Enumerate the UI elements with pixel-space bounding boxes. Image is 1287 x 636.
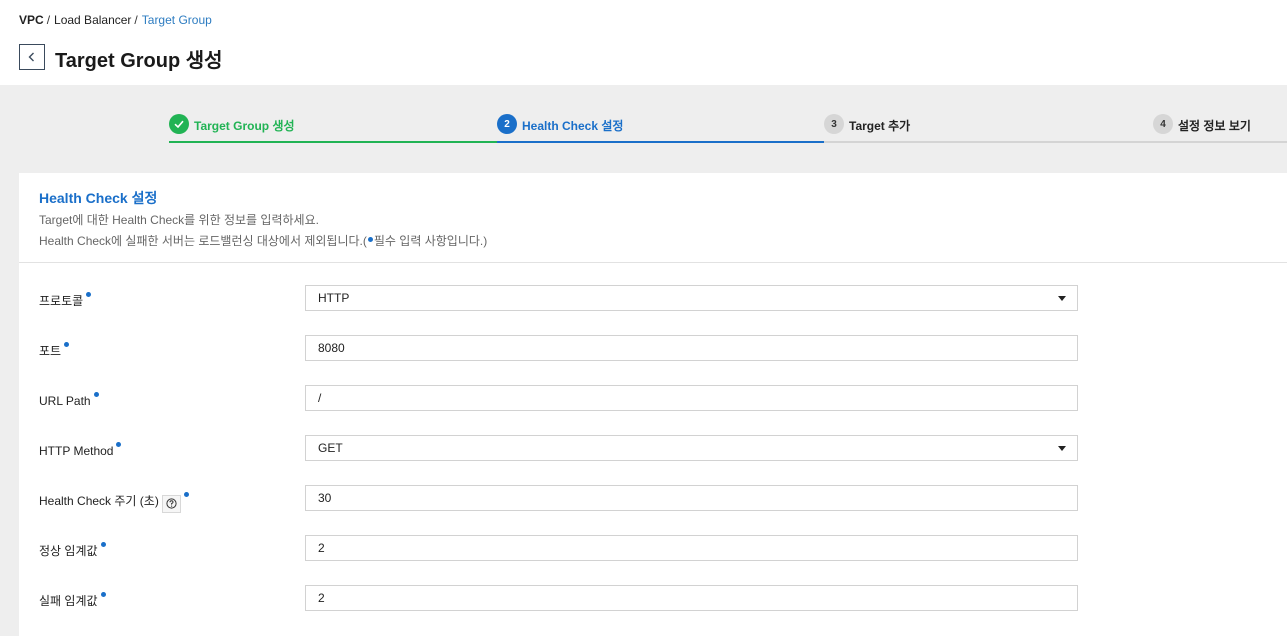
http-method-label: HTTP Method: [39, 442, 122, 458]
healthy-threshold-row: 정상 임계값: [19, 535, 1287, 568]
section-header: Health Check 설정 Target에 대한 Health Check를…: [19, 173, 1287, 263]
step-progress-bar: [824, 141, 1153, 143]
page-title: Target Group 생성: [55, 50, 223, 72]
step-progress-bar: [1153, 141, 1287, 143]
label-text: 정상 임계값: [39, 544, 98, 558]
caret-down-icon: [1058, 446, 1066, 451]
protocol-label: 프로토콜: [39, 292, 92, 309]
url-path-label: URL Path: [39, 392, 99, 408]
label-text: 실패 임계값: [39, 594, 98, 608]
check-icon: [174, 120, 184, 129]
section-description: Target에 대한 Health Check를 위한 정보를 입력하세요.: [39, 213, 319, 227]
step-progress-bar: [497, 141, 824, 143]
interval-input[interactable]: [318, 491, 1077, 505]
step-number: 3: [824, 114, 844, 134]
required-dot-icon: [100, 542, 106, 547]
breadcrumb-item-vpc[interactable]: VPC: [19, 13, 44, 27]
wizard-steps: Target Group 생성 2 Health Check 설정 3 Targ…: [169, 85, 1287, 143]
http-method-value: GET: [318, 441, 343, 455]
step-target-group[interactable]: Target Group 생성: [169, 85, 497, 143]
section-note: Health Check에 실패한 서버는 로드밸런싱 대상에서 제외됩니다.(…: [39, 232, 487, 249]
step-label: Target Group 생성: [194, 119, 295, 133]
breadcrumb: VPC / Load Balancer / Target Group: [19, 13, 212, 27]
http-method-select[interactable]: GET: [305, 435, 1078, 461]
chevron-left-icon: [28, 52, 34, 62]
help-icon[interactable]: [161, 494, 181, 513]
unhealthy-threshold-input[interactable]: [318, 591, 1077, 605]
label-text: Health Check 주기 (초): [39, 494, 159, 508]
label-text: 포트: [39, 344, 62, 358]
required-dot-icon: [183, 492, 189, 497]
healthy-threshold-input[interactable]: [318, 541, 1077, 555]
step-done-badge: [169, 114, 189, 134]
port-label: 포트: [39, 342, 70, 359]
breadcrumb-item-target-group[interactable]: Target Group: [142, 13, 212, 27]
port-row: 포트: [19, 335, 1287, 368]
unhealthy-threshold-row: 실패 임계값: [19, 585, 1287, 618]
protocol-select[interactable]: HTTP: [305, 285, 1078, 311]
required-dot-icon: [367, 237, 373, 242]
required-dot-icon: [64, 342, 70, 347]
url-path-row: URL Path: [19, 385, 1287, 418]
port-field[interactable]: [305, 335, 1078, 361]
step-health-check[interactable]: 2 Health Check 설정: [497, 85, 824, 143]
required-dot-icon: [116, 442, 122, 447]
http-method-row: HTTP Method GET: [19, 435, 1287, 468]
caret-down-icon: [1058, 296, 1066, 301]
label-text: URL Path: [39, 394, 91, 408]
healthy-threshold-field[interactable]: [305, 535, 1078, 561]
required-dot-icon: [86, 292, 92, 297]
breadcrumb-separator: /: [134, 13, 138, 27]
health-check-form-card: Health Check 설정 Target에 대한 Health Check를…: [19, 173, 1287, 636]
required-dot-icon: [93, 392, 99, 397]
url-path-input[interactable]: [318, 391, 1077, 405]
port-input[interactable]: [318, 341, 1077, 355]
url-path-field[interactable]: [305, 385, 1078, 411]
step-number: 2: [497, 114, 517, 134]
interval-row: Health Check 주기 (초): [19, 485, 1287, 518]
page-header: VPC / Load Balancer / Target Group Target Gr…: [0, 0, 1287, 85]
content-area: Target Group 생성 2 Health Check 설정 3 Targ…: [0, 85, 1287, 636]
unhealthy-threshold-label: 실패 임계값: [39, 592, 106, 609]
interval-label: Health Check 주기 (초): [39, 492, 189, 513]
note-text: 필수 입력 사항입니다.): [373, 234, 488, 248]
required-dot-icon: [100, 592, 106, 597]
interval-field[interactable]: [305, 485, 1078, 511]
protocol-value: HTTP: [318, 291, 350, 305]
section-title: Health Check 설정: [39, 190, 158, 206]
step-progress-bar: [169, 141, 497, 143]
back-button[interactable]: [19, 44, 45, 70]
label-text: HTTP Method: [39, 444, 114, 458]
step-label: Target 추가: [849, 119, 911, 133]
step-review[interactable]: 4 설정 정보 보기: [1153, 85, 1287, 143]
unhealthy-threshold-field[interactable]: [305, 585, 1078, 611]
healthy-threshold-label: 정상 임계값: [39, 542, 106, 559]
step-label: Health Check 설정: [522, 119, 624, 133]
protocol-row: 프로토콜 HTTP: [19, 285, 1287, 318]
label-text: 프로토콜: [39, 294, 84, 308]
breadcrumb-separator: /: [46, 13, 51, 27]
question-circle-icon: [166, 498, 177, 509]
step-add-target[interactable]: 3 Target 추가: [824, 85, 1153, 143]
step-label: 설정 정보 보기: [1178, 119, 1251, 133]
note-text: Health Check에 실패한 서버는 로드밸런싱 대상에서 제외됩니다.(: [39, 234, 367, 248]
step-number: 4: [1153, 114, 1173, 134]
breadcrumb-item-load-balancer[interactable]: Load Balancer: [54, 13, 131, 27]
